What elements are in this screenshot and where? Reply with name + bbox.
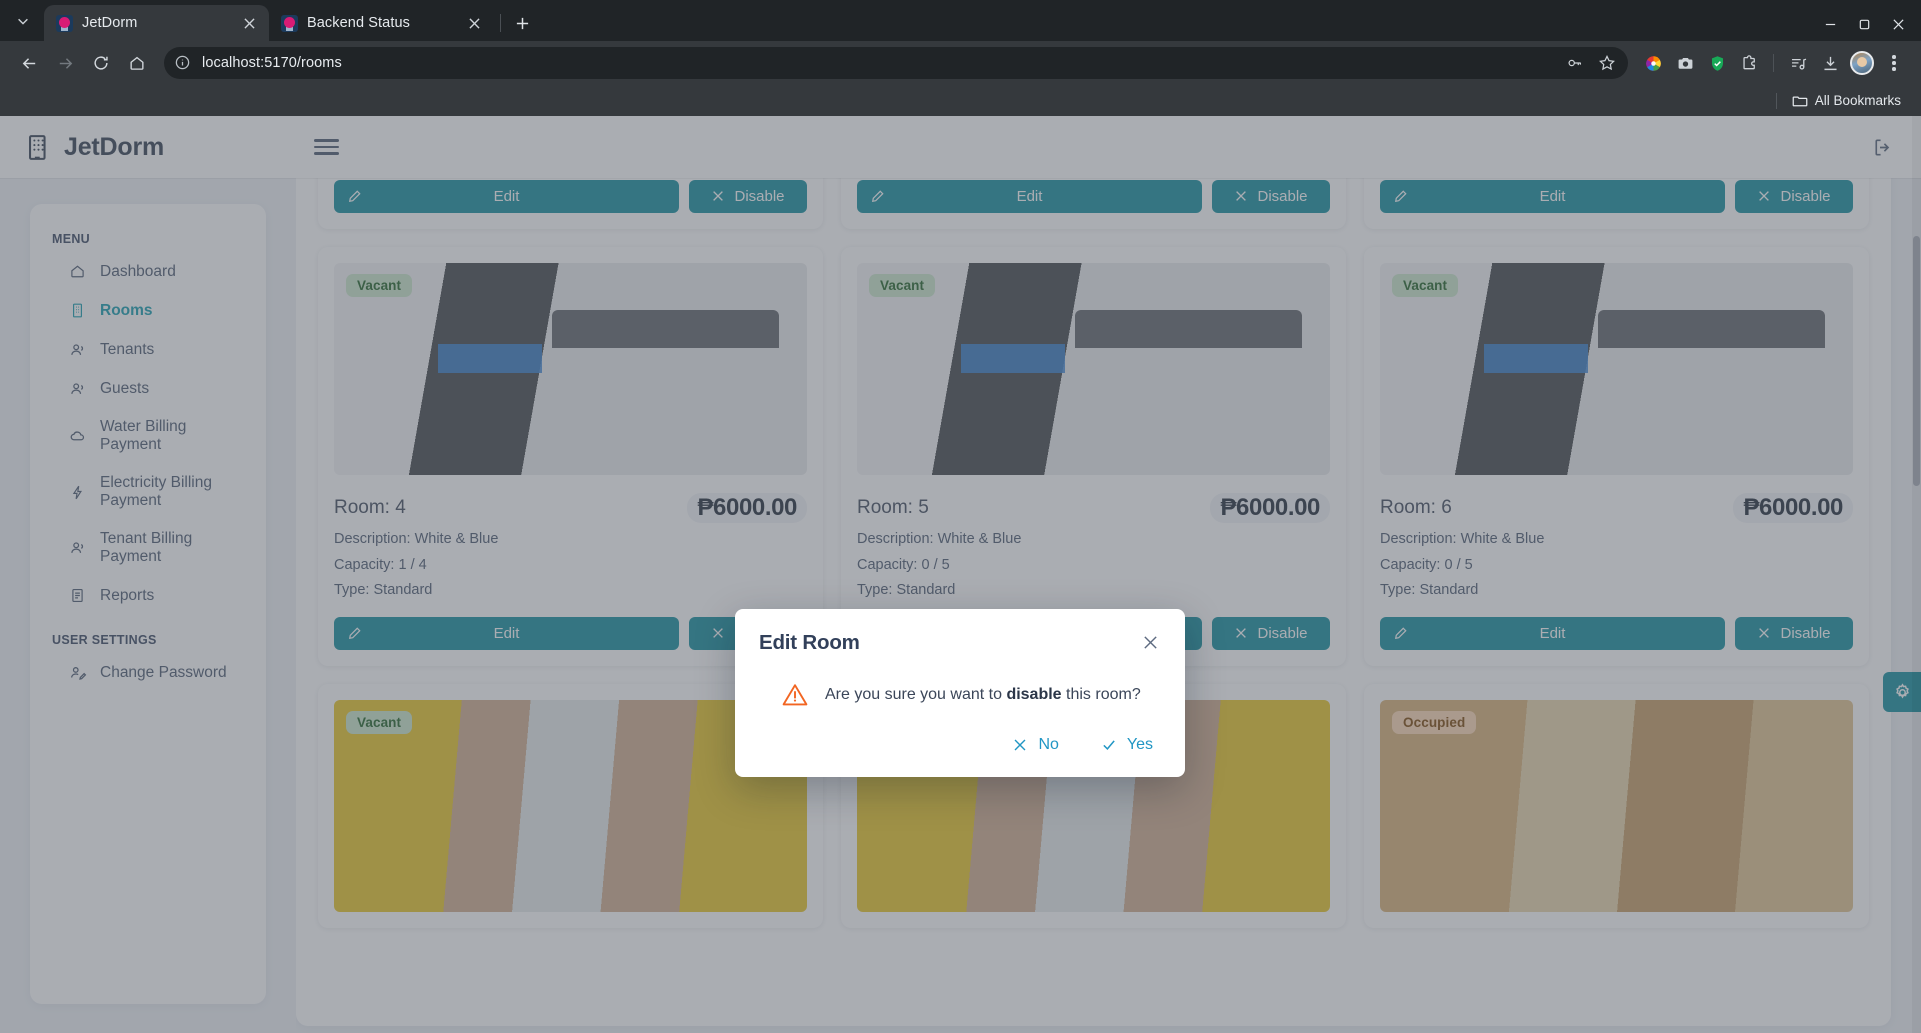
address-bar[interactable]: localhost:5170/rooms (164, 47, 1628, 79)
favicon (281, 14, 298, 32)
scrollbar-thumb[interactable] (1913, 236, 1920, 486)
shield-icon[interactable] (1702, 48, 1732, 78)
edit-room-dialog: Edit Room Are you sure you want to disab… (735, 609, 1185, 777)
extensions-icon[interactable] (1734, 48, 1764, 78)
all-bookmarks-button[interactable]: All Bookmarks (1786, 90, 1907, 112)
bookmarks-divider (1775, 92, 1777, 109)
browser-menu-button[interactable] (1879, 48, 1909, 78)
minimize-icon (1825, 23, 1835, 25)
site-info-icon[interactable] (174, 54, 192, 72)
dialog-close-button[interactable] (1139, 631, 1161, 653)
dialog-yes-button[interactable]: Yes (1093, 731, 1161, 759)
forward-arrow-icon (59, 57, 72, 69)
back-button[interactable] (12, 46, 46, 80)
dialog-message-emphasis: disable (1006, 686, 1062, 703)
dialog-body: Are you sure you want to disable this ro… (781, 681, 1161, 709)
bookmark-star-icon[interactable] (1592, 48, 1622, 78)
password-manager-icon[interactable] (1560, 48, 1590, 78)
close-icon (1143, 635, 1157, 649)
downloads-icon[interactable] (1815, 48, 1845, 78)
browser-toolbar: localhost:5170/rooms (0, 41, 1921, 85)
toolbar-divider (1773, 54, 1774, 72)
dialog-title: Edit Room (759, 631, 860, 654)
close-icon (468, 17, 480, 29)
all-bookmarks-label: All Bookmarks (1814, 93, 1901, 108)
bookmarks-bar: All Bookmarks (0, 85, 1921, 116)
folder-icon (1792, 95, 1808, 106)
three-dot-menu-icon (1892, 55, 1896, 71)
camera-icon[interactable] (1670, 48, 1700, 78)
web-page: JetDorm MENU (0, 116, 1921, 1033)
browser-window: JetDorm Backend Status localhost:5170/ro… (0, 0, 1921, 1033)
home-button[interactable] (120, 46, 154, 80)
dialog-footer: No Yes (759, 731, 1161, 759)
dialog-header: Edit Room (759, 631, 1161, 655)
favicon (56, 14, 73, 32)
window-maximize-button[interactable] (1847, 7, 1881, 41)
forward-button[interactable] (48, 46, 82, 80)
tab-title: Backend Status (307, 15, 410, 31)
avatar (1850, 51, 1874, 75)
dialog-no-button[interactable]: No (1004, 731, 1066, 759)
media-playlist-icon[interactable] (1783, 48, 1813, 78)
tab-strip: JetDorm Backend Status (0, 0, 1921, 41)
url-text: localhost:5170/rooms (202, 55, 342, 71)
tab-title: JetDorm (82, 15, 138, 31)
dialog-message-after: this room? (1061, 686, 1141, 703)
browser-tab-jetdorm[interactable]: JetDorm (44, 5, 269, 41)
reload-button[interactable] (84, 46, 118, 80)
profile-avatar-button[interactable] (1847, 48, 1877, 78)
plus-icon (516, 17, 528, 29)
warning-triangle-icon (781, 681, 809, 709)
dialog-yes-label: Yes (1126, 736, 1153, 753)
close-icon (1012, 737, 1029, 754)
dialog-message: Are you sure you want to disable this ro… (825, 686, 1141, 704)
browser-tab-backend-status[interactable]: Backend Status (269, 5, 494, 41)
reload-icon (94, 56, 108, 70)
maximize-icon (1859, 19, 1869, 29)
color-wheel-icon[interactable] (1638, 48, 1668, 78)
window-minimize-button[interactable] (1813, 7, 1847, 41)
modal-backdrop[interactable] (0, 116, 1921, 1033)
tab-close-button[interactable] (464, 13, 484, 33)
page-scrollbar[interactable] (1912, 116, 1921, 1033)
dialog-no-label: No (1038, 736, 1059, 753)
tab-search-button[interactable] (6, 4, 40, 38)
close-icon (243, 17, 255, 29)
close-icon (1892, 18, 1904, 30)
new-tab-button[interactable] (507, 8, 537, 38)
chevron-down-icon (18, 18, 28, 25)
window-close-button[interactable] (1881, 7, 1915, 41)
dialog-message-before: Are you sure you want to (825, 686, 1007, 703)
tab-divider (500, 14, 501, 32)
tab-close-button[interactable] (239, 13, 259, 33)
check-icon (1101, 737, 1118, 754)
back-arrow-icon (22, 57, 35, 69)
home-icon (130, 56, 144, 70)
